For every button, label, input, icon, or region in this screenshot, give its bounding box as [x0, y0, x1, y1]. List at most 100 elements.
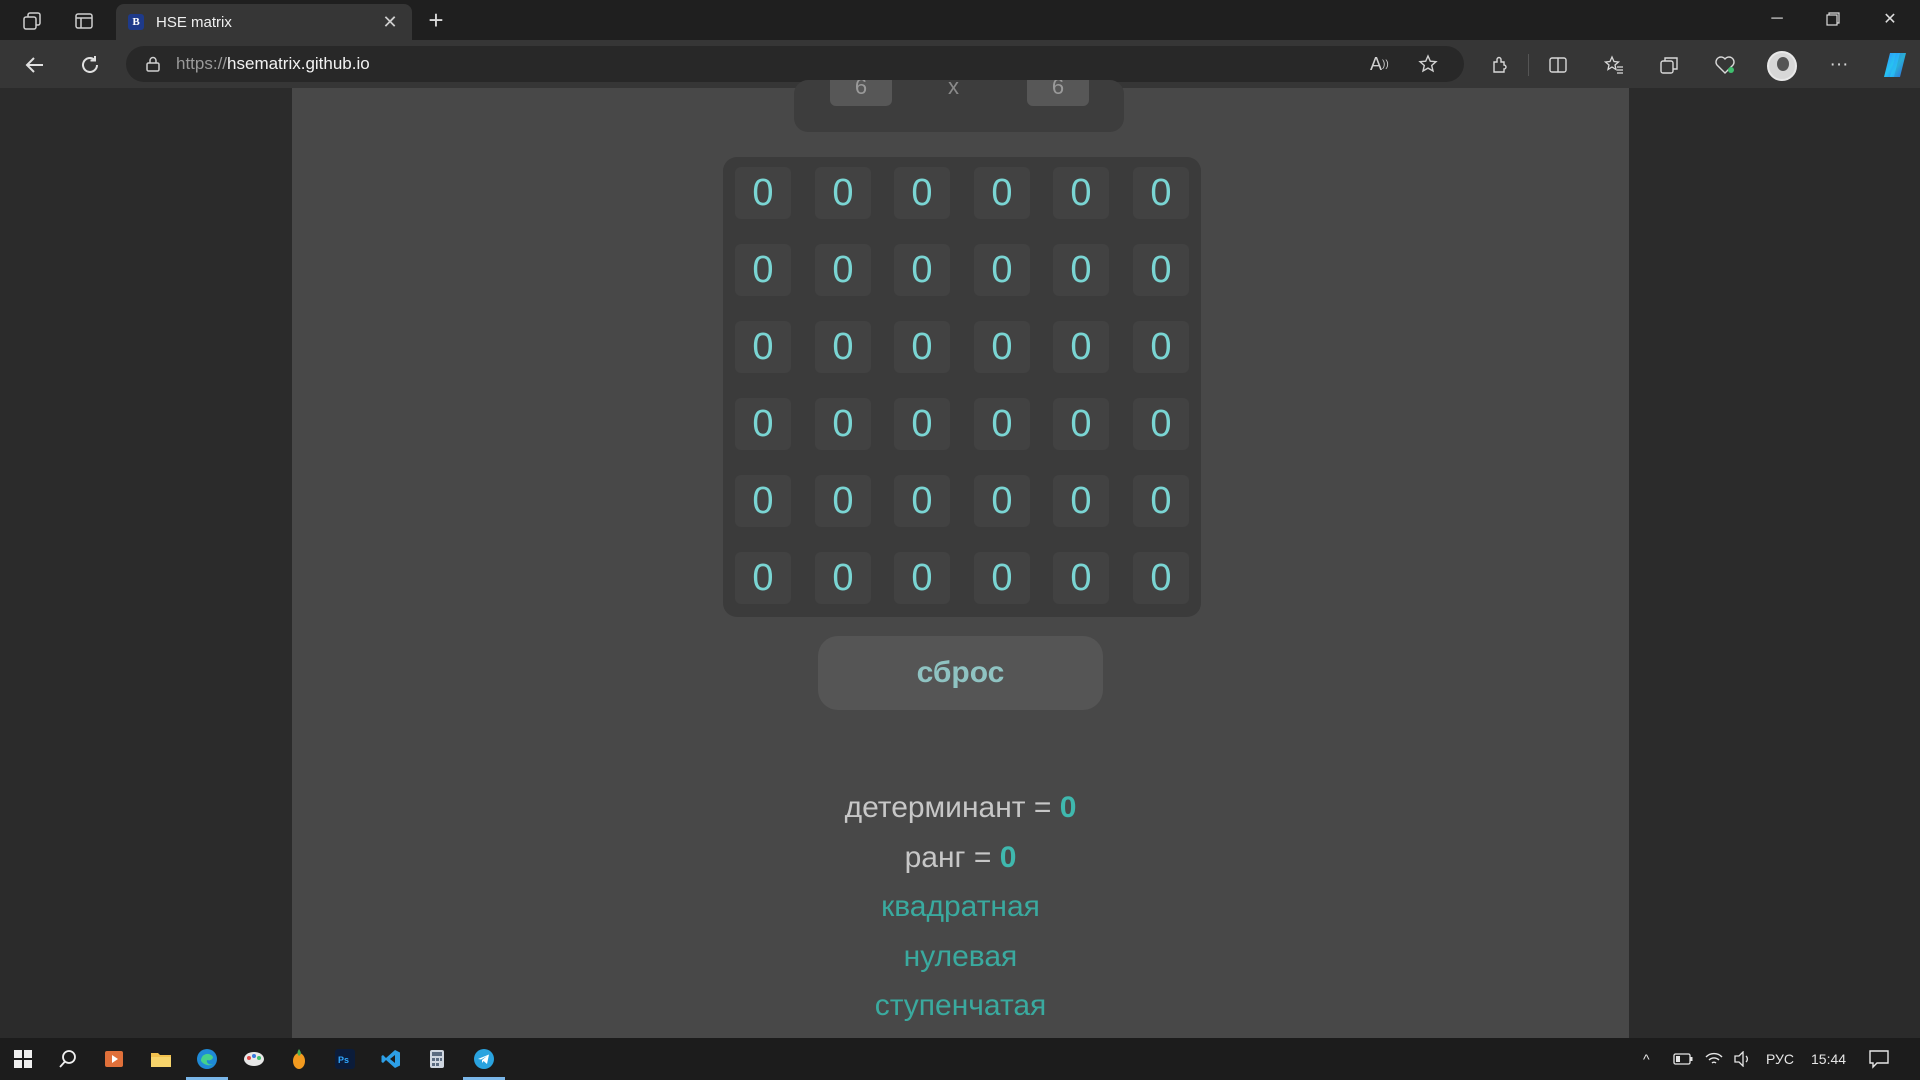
profile-avatar[interactable]	[1767, 51, 1797, 81]
media-player-icon[interactable]	[99, 1045, 129, 1073]
matrix-cell[interactable]: 0	[815, 398, 871, 450]
matrix-cell[interactable]: 0	[815, 552, 871, 604]
vscode-icon[interactable]	[376, 1045, 406, 1073]
calculator-icon[interactable]	[422, 1045, 452, 1073]
split-screen-icon[interactable]	[1541, 48, 1575, 82]
matrix-cell[interactable]: 0	[894, 321, 950, 373]
determinant-result: детерминант = 0	[292, 791, 1629, 825]
matrix-cell[interactable]: 0	[1133, 552, 1189, 604]
matrix-cell[interactable]: 0	[894, 244, 950, 296]
matrix-grid: 000000000000000000000000000000000000	[723, 157, 1201, 617]
photoshop-icon[interactable]: Ps	[330, 1045, 360, 1073]
matrix-cell[interactable]: 0	[735, 552, 791, 604]
matrix-cell[interactable]: 0	[1133, 398, 1189, 450]
property-row-echelon: ступенчатая	[874, 989, 1047, 1022]
tab-title: HSE matrix	[156, 13, 232, 31]
file-explorer-icon[interactable]	[146, 1045, 176, 1073]
matrix-cell[interactable]: 0	[974, 398, 1030, 450]
matrix-size-panel: 6 x 6	[794, 74, 1124, 132]
matrix-cell[interactable]: 0	[974, 475, 1030, 527]
rows-count-input[interactable]: 6	[830, 80, 892, 106]
input-language[interactable]: РУС	[1766, 1038, 1794, 1080]
edge-taskbar-icon[interactable]	[186, 1045, 228, 1080]
matrix-cell[interactable]: 0	[735, 321, 791, 373]
windows-start-icon[interactable]	[8, 1045, 38, 1073]
matrix-cell[interactable]: 0	[735, 244, 791, 296]
windows-taskbar: Ps ^ РУС 15:44	[0, 1038, 1920, 1080]
show-hidden-icons-icon[interactable]: ^	[1643, 1038, 1650, 1080]
toolbar-divider	[1528, 54, 1529, 76]
url-host: hsematrix.github.io	[227, 54, 370, 73]
app-content: 6 x 6 0000000000000000000000000000000000…	[292, 74, 1629, 1038]
restore-button[interactable]	[1805, 4, 1861, 34]
refresh-icon[interactable]	[73, 48, 107, 82]
close-tab-icon[interactable]: ✕	[380, 12, 400, 33]
wifi-icon[interactable]	[1705, 1038, 1723, 1080]
matrix-cell[interactable]: 0	[735, 398, 791, 450]
copilot-icon[interactable]	[1880, 50, 1910, 80]
clock-time[interactable]: 15:44	[1811, 1038, 1846, 1080]
property-zero: нулевая	[903, 940, 1018, 973]
rank-result: ранг = 0	[292, 841, 1629, 875]
columns-count-input[interactable]: 6	[1027, 80, 1089, 106]
workspaces-icon[interactable]	[19, 8, 45, 34]
matrix-cell[interactable]: 0	[1053, 167, 1109, 219]
matrix-cell[interactable]: 0	[1133, 321, 1189, 373]
matrix-cell[interactable]: 0	[1133, 475, 1189, 527]
determinant-value: 0	[1059, 791, 1077, 824]
rank-value: 0	[999, 841, 1017, 874]
collections-icon[interactable]	[1652, 48, 1686, 82]
volume-icon[interactable]	[1733, 1038, 1753, 1080]
extensions-icon[interactable]	[1483, 48, 1517, 82]
matrix-cell[interactable]: 0	[815, 167, 871, 219]
matrix-cell[interactable]: 0	[894, 552, 950, 604]
matrix-cell[interactable]: 0	[974, 552, 1030, 604]
matrix-cell[interactable]: 0	[974, 321, 1030, 373]
matrix-cell[interactable]: 0	[1053, 321, 1109, 373]
paint-app-icon[interactable]	[239, 1045, 269, 1073]
matrix-cell[interactable]: 0	[735, 475, 791, 527]
browser-tab-bar: В HSE matrix ✕ + ─ ✕	[0, 0, 1920, 40]
battery-icon[interactable]	[1673, 1038, 1693, 1080]
matrix-cell[interactable]: 0	[974, 244, 1030, 296]
new-tab-button[interactable]: +	[422, 6, 450, 34]
matrix-cell[interactable]: 0	[735, 167, 791, 219]
url-protocol: https://	[176, 54, 228, 73]
matrix-cell[interactable]: 0	[894, 167, 950, 219]
close-window-button[interactable]: ✕	[1862, 4, 1918, 34]
browser-essentials-icon[interactable]	[1708, 48, 1742, 82]
matrix-cell[interactable]: 0	[1053, 244, 1109, 296]
matrix-cell[interactable]: 0	[815, 321, 871, 373]
favorites-icon[interactable]	[1597, 48, 1631, 82]
matrix-cell[interactable]: 0	[1133, 244, 1189, 296]
matrix-cell[interactable]: 0	[1133, 167, 1189, 219]
favorite-star-icon[interactable]	[1418, 46, 1438, 82]
minimize-button[interactable]: ─	[1749, 4, 1805, 34]
read-aloud-icon[interactable]: A))	[1370, 46, 1389, 82]
determinant-label: детерминант =	[844, 791, 1060, 824]
matrix-cell[interactable]: 0	[894, 475, 950, 527]
matrix-cell[interactable]: 0	[815, 475, 871, 527]
more-options-icon[interactable]: ···	[1822, 48, 1856, 82]
matrix-cell[interactable]: 0	[974, 167, 1030, 219]
tab-actions-icon[interactable]	[71, 8, 97, 34]
svg-text:Ps: Ps	[338, 1055, 349, 1065]
matrix-cell[interactable]: 0	[1053, 552, 1109, 604]
matrix-cell[interactable]: 0	[894, 398, 950, 450]
matrix-cell[interactable]: 0	[1053, 475, 1109, 527]
telegram-icon[interactable]	[463, 1045, 505, 1080]
rank-label: ранг =	[904, 841, 1000, 874]
property-square: квадратная	[881, 890, 1040, 923]
search-icon[interactable]	[53, 1045, 83, 1073]
address-bar[interactable]: https://hsematrix.github.io A))	[126, 46, 1464, 82]
matrix-cell[interactable]: 0	[815, 244, 871, 296]
site-favicon-icon: В	[128, 14, 144, 30]
back-arrow-icon[interactable]	[18, 48, 52, 82]
size-separator: x	[948, 74, 959, 99]
reset-button[interactable]: сброс	[818, 636, 1103, 710]
matrix-cell[interactable]: 0	[1053, 398, 1109, 450]
browser-tab-active[interactable]: В HSE matrix ✕	[116, 4, 412, 40]
lock-icon[interactable]	[144, 55, 162, 73]
notifications-icon[interactable]	[1868, 1038, 1890, 1080]
fl-studio-icon[interactable]	[284, 1045, 314, 1073]
